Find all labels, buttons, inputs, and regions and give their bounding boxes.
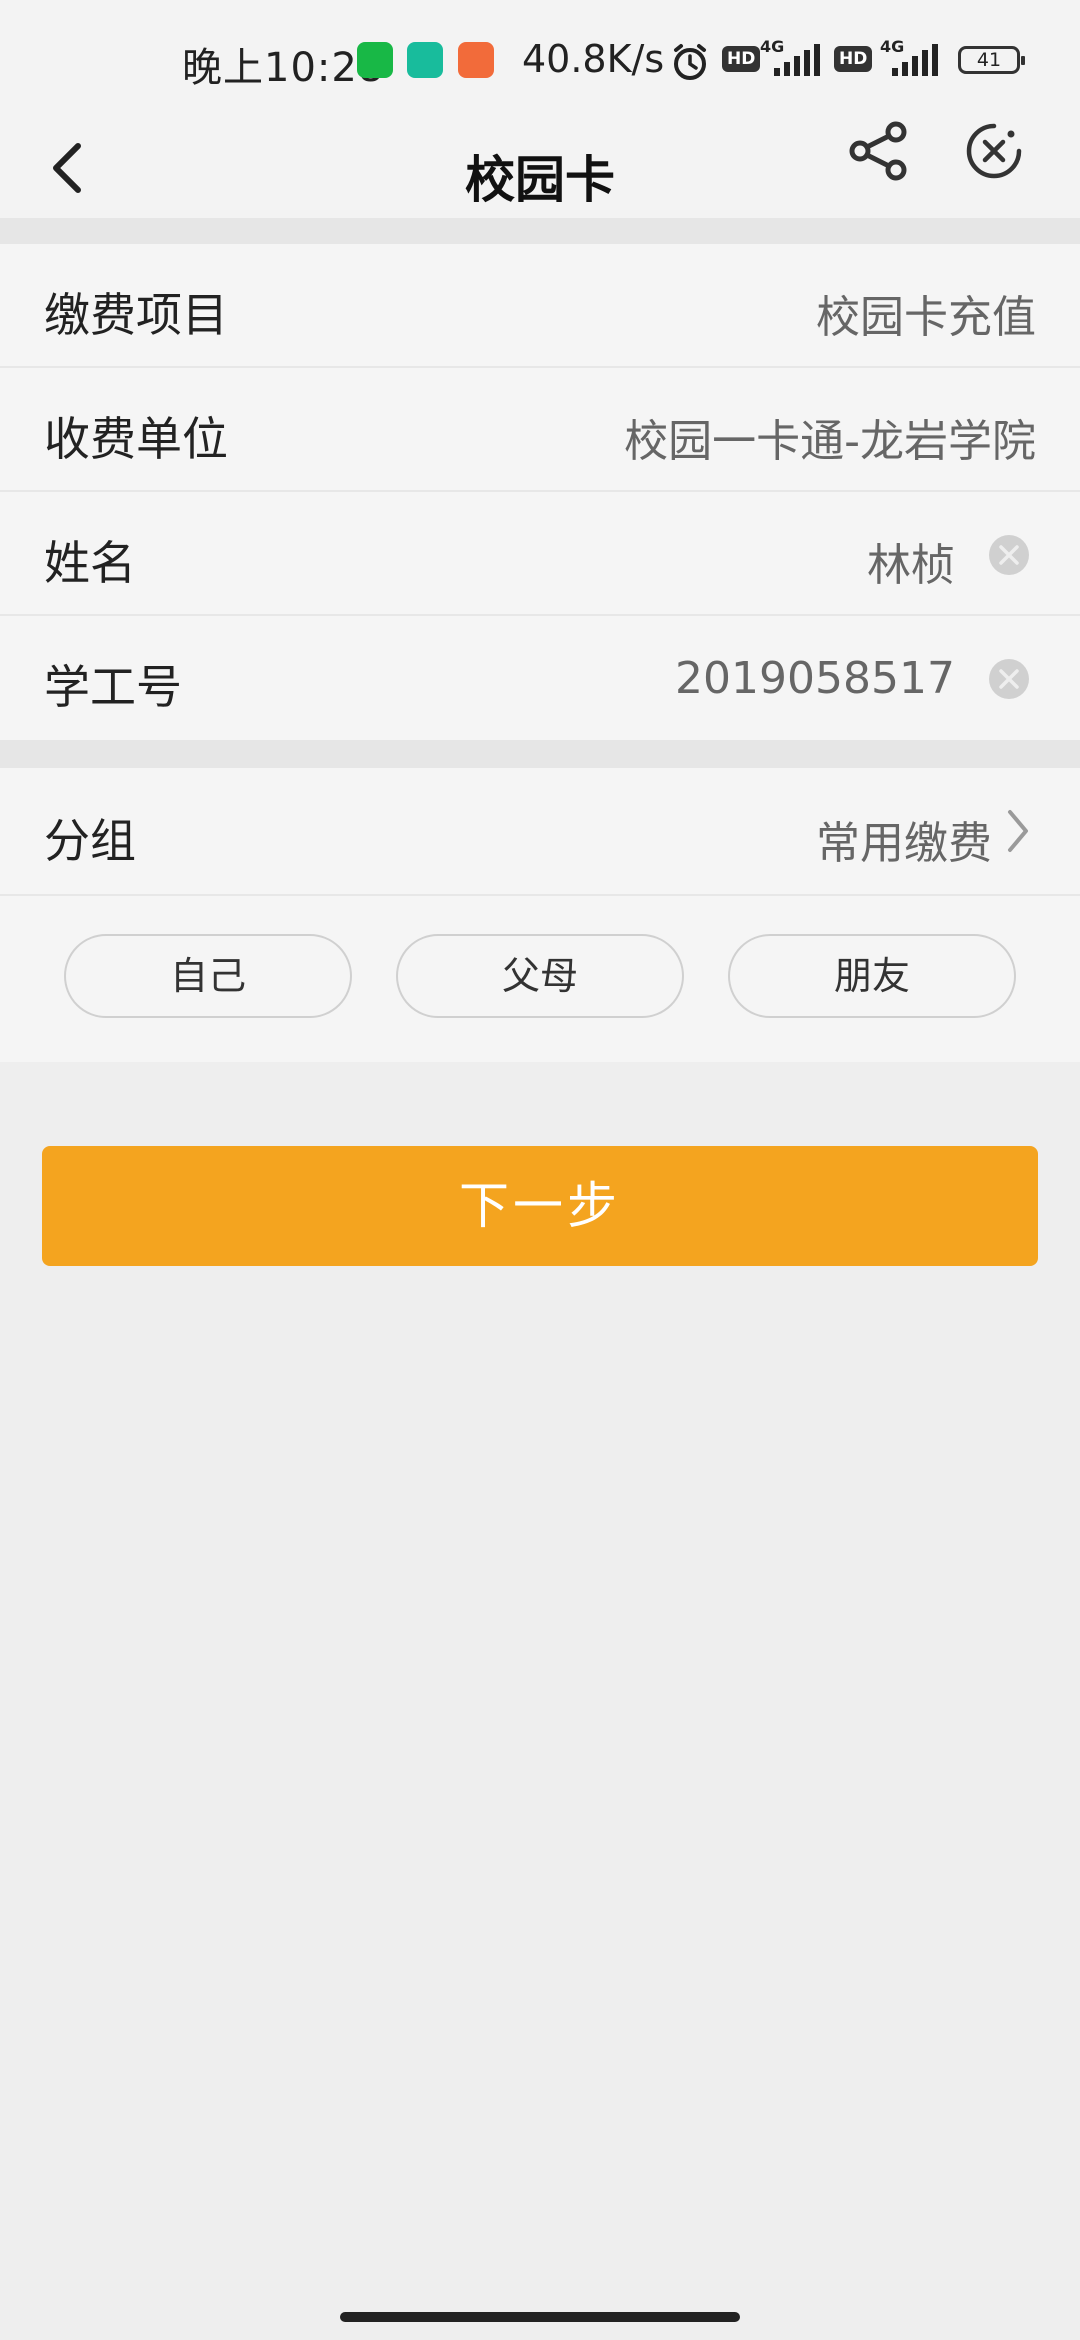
payee-row: 收费单位 校园一卡通-龙岩学院: [0, 368, 1080, 492]
signal-icon: [774, 44, 820, 76]
group-chips: 自己 父母 朋友: [0, 896, 1080, 1056]
chip-parents[interactable]: 父母: [396, 934, 684, 1018]
security-app-icon: [407, 42, 443, 78]
student-id-row[interactable]: 学工号 2019058517: [0, 616, 1080, 740]
payee-label: 收费单位: [44, 412, 228, 466]
payment-info-section: 缴费项目 校园卡充值 收费单位 校园一卡通-龙岩学院 姓名 林桢 学工号 201…: [0, 244, 1080, 740]
chip-friends[interactable]: 朋友: [728, 934, 1016, 1018]
student-id-label: 学工号: [44, 660, 182, 714]
share-icon[interactable]: [848, 120, 910, 182]
alarm-icon: [674, 44, 706, 80]
battery-icon: 41: [958, 46, 1025, 74]
signal-icon-2: [892, 44, 938, 76]
section-divider-2: [0, 740, 1080, 768]
section-divider: [0, 218, 1080, 244]
status-bar: 晚上10:28 40.8K/s HD 4G HD 4G 41: [0, 0, 1080, 120]
clear-name-icon[interactable]: [987, 533, 1031, 577]
chip-self[interactable]: 自己: [64, 934, 352, 1018]
name-label: 姓名: [44, 536, 136, 590]
name-field[interactable]: 林桢: [867, 529, 955, 593]
group-row[interactable]: 分组 常用缴费: [0, 768, 1080, 896]
hd-badge-2: HD: [834, 46, 873, 72]
next-step-button[interactable]: 下一步: [42, 1146, 1038, 1266]
hd-badge: HD: [722, 46, 761, 72]
fee-item-value: 校园卡充值: [816, 292, 1036, 343]
shopping-app-icon: [458, 42, 494, 78]
student-id-field[interactable]: 2019058517: [675, 653, 955, 704]
payee-value: 校园一卡通-龙岩学院: [624, 416, 1036, 467]
clear-student-id-icon[interactable]: [987, 657, 1031, 701]
name-row[interactable]: 姓名 林桢: [0, 492, 1080, 616]
chevron-right-icon[interactable]: [1004, 806, 1032, 856]
group-label: 分组: [44, 814, 136, 868]
wechat-pay-app-icon: [357, 42, 393, 78]
nav-bar: 校园卡: [0, 120, 1080, 218]
home-indicator[interactable]: [340, 2312, 740, 2322]
network-speed: 40.8K/s: [522, 37, 665, 81]
fee-item-row: 缴费项目 校园卡充值: [0, 244, 1080, 368]
close-miniprogram-icon[interactable]: [965, 122, 1023, 180]
page-title: 校园卡: [465, 151, 615, 209]
status-time: 晚上10:28: [182, 45, 385, 91]
fee-item-label: 缴费项目: [44, 288, 228, 342]
group-value[interactable]: 常用缴费: [816, 807, 992, 871]
